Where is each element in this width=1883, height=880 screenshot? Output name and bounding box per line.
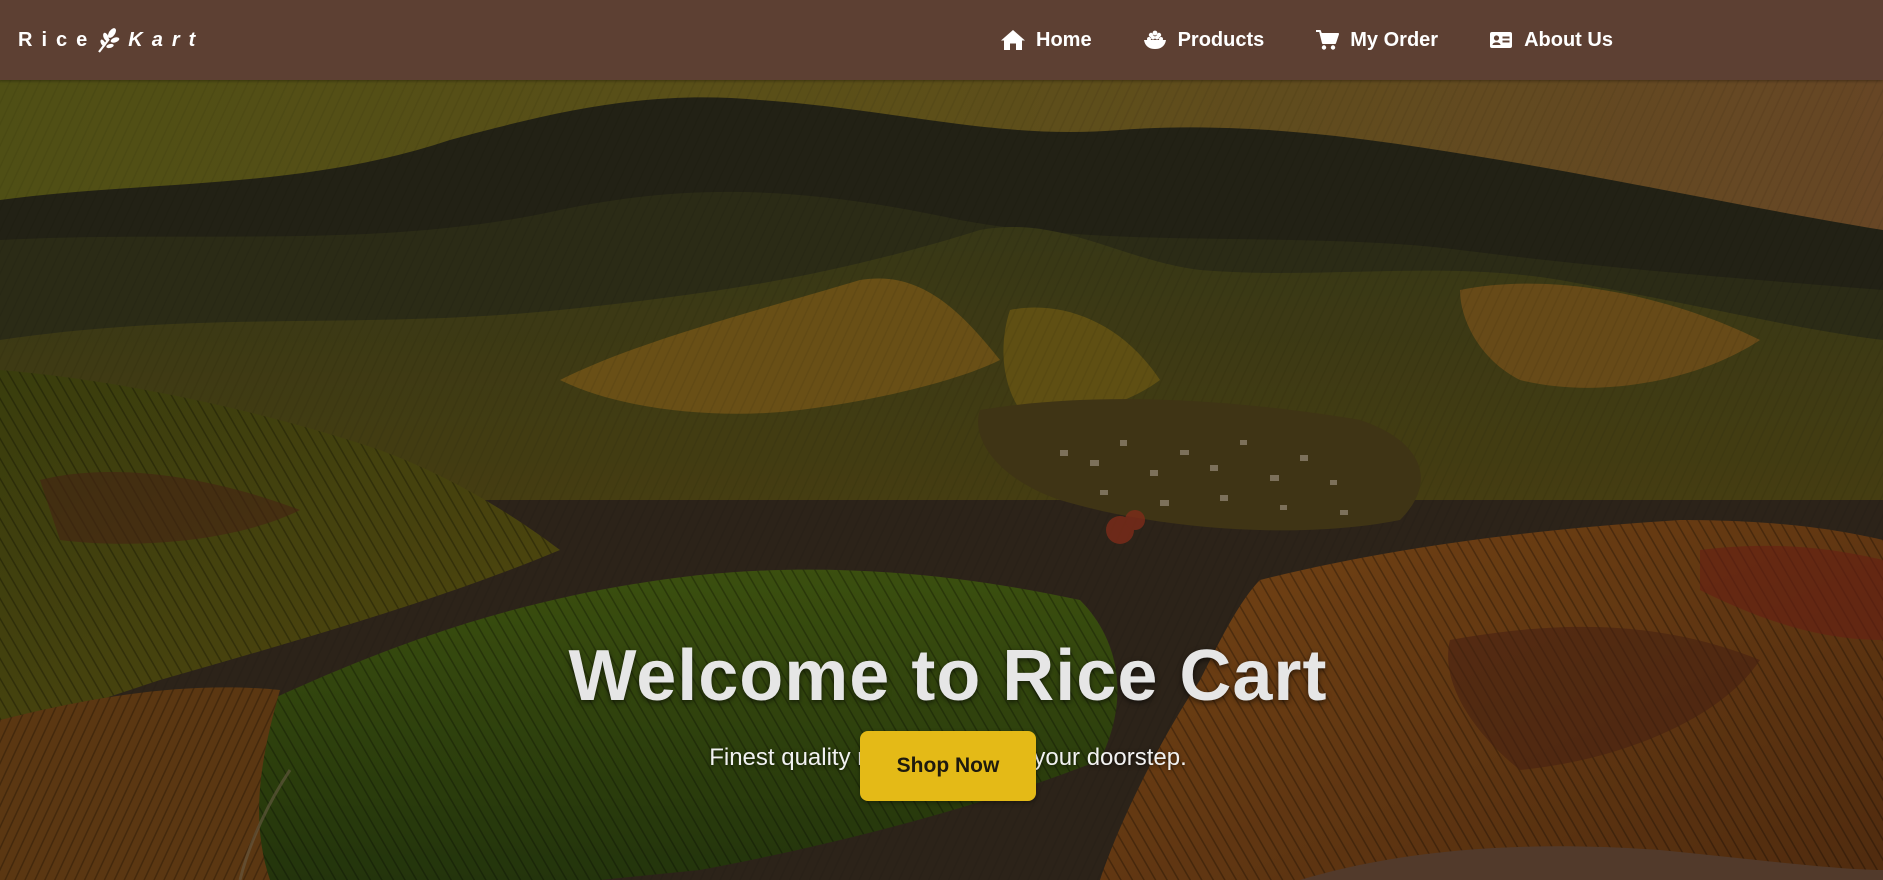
brand-name-part2: Kart <box>128 28 205 51</box>
nav-home-label: Home <box>1036 28 1092 51</box>
brand-name-part1: Rice <box>18 28 97 51</box>
cart-icon <box>1314 28 1340 52</box>
nav-my-order[interactable]: My Order <box>1314 28 1438 52</box>
hero-title: Welcome to Rice Cart <box>568 636 1328 716</box>
nav-about-us[interactable]: About Us <box>1488 28 1613 52</box>
shop-now-button[interactable]: Shop Now <box>860 731 1036 801</box>
rice-bowl-icon <box>1142 28 1168 52</box>
wheat-leaf-icon <box>96 27 120 53</box>
main-nav: Home Products My Order About Us <box>1000 24 1663 56</box>
home-icon <box>1000 28 1026 52</box>
nav-products-label: Products <box>1177 28 1265 51</box>
top-navbar: Rice Kart Home Products My Order About U… <box>0 0 1883 80</box>
nav-my-order-label: My Order <box>1350 28 1439 51</box>
nav-home[interactable]: Home <box>1000 28 1092 52</box>
id-card-icon <box>1488 28 1514 52</box>
nav-products[interactable]: Products <box>1142 28 1265 52</box>
brand-logo[interactable]: Rice Kart <box>18 26 204 54</box>
nav-about-us-label: About Us <box>1524 28 1613 51</box>
